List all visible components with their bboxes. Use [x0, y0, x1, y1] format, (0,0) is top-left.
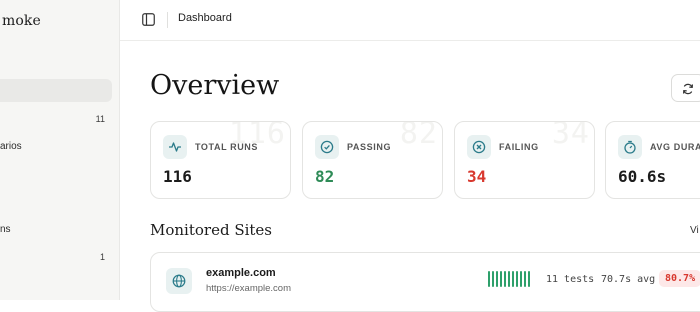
site-name[interactable]: example.com	[206, 267, 276, 279]
stat-label: PASSING	[347, 142, 392, 152]
ghost-number: 82	[399, 121, 438, 151]
site-url: https://example.com	[206, 283, 292, 294]
run-bar	[512, 271, 514, 287]
sidebar-item-count: 11	[95, 114, 105, 124]
stat-label: FAILING	[499, 142, 539, 152]
globe-icon	[166, 268, 192, 294]
stat-label: AVG DURATI	[650, 142, 700, 152]
page-title: Overview	[150, 70, 280, 101]
sidebar-item-count: 1	[99, 252, 105, 262]
run-bar	[528, 271, 530, 287]
refresh-button[interactable]	[671, 74, 700, 102]
timer-icon	[618, 135, 642, 159]
sidebar-item-label[interactable]: ns	[0, 224, 11, 235]
x-circle-icon	[467, 135, 491, 159]
run-bar	[520, 271, 522, 287]
run-bar	[500, 271, 502, 287]
run-history-bars	[488, 271, 534, 289]
sidebar-toggle-icon[interactable]	[142, 13, 155, 26]
test-count: 11 tests	[546, 274, 595, 285]
divider	[167, 12, 168, 28]
run-bar	[496, 271, 498, 287]
stat-card-passing: 82 PASSING 82	[302, 121, 443, 199]
run-bar	[488, 271, 490, 287]
ghost-number: 34	[551, 121, 590, 151]
run-bar	[508, 271, 510, 287]
stat-value: 34	[467, 167, 487, 186]
sidebar-item-label[interactable]: arios	[0, 141, 22, 152]
avg-duration: 70.7s avg	[601, 274, 656, 285]
pass-rate-badge: 80.7%	[659, 270, 700, 287]
brand-name: moke	[2, 13, 41, 29]
sidebar: moke 11 arios ns 1	[0, 0, 120, 300]
refresh-icon	[683, 83, 693, 95]
view-all-link[interactable]: Vi	[690, 225, 699, 236]
activity-icon	[163, 135, 187, 159]
run-bar	[504, 271, 506, 287]
stat-value: 82	[315, 167, 335, 186]
stat-label: TOTAL RUNS	[195, 142, 259, 152]
check-circle-icon	[315, 135, 339, 159]
run-bar	[524, 271, 526, 287]
top-bar: Dashboard	[120, 0, 700, 41]
run-bar	[492, 271, 494, 287]
run-bar	[516, 271, 518, 287]
section-title: Monitored Sites	[150, 221, 272, 239]
sidebar-item-active[interactable]	[0, 79, 112, 102]
site-row[interactable]: example.com https://example.com 11 tests…	[150, 252, 700, 312]
stat-card-avg-duration: AVG DURATI 60.6s	[605, 121, 700, 199]
stat-card-total-runs: 116 TOTAL RUNS 116	[150, 121, 291, 199]
stat-value: 60.6s	[618, 167, 667, 186]
breadcrumb[interactable]: Dashboard	[178, 12, 232, 24]
stat-card-failing: 34 FAILING 34	[454, 121, 595, 199]
stat-value: 116	[163, 167, 192, 186]
